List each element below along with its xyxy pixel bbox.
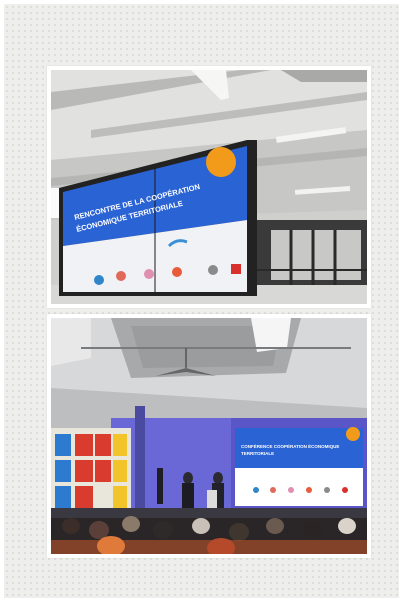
conference-screen-photo: RENCONTRE DE LA COOPÉRATION ÉCONOMIQUE T… <box>51 70 367 304</box>
event-badge <box>206 147 236 177</box>
partner-logo <box>208 265 218 275</box>
partner-logo <box>94 275 104 285</box>
photo-collage-background: RENCONTRE DE LA COOPÉRATION ÉCONOMIQUE T… <box>4 4 399 598</box>
photo-frame-bottom: CONFÉRENCE COOPÉRATION ÉCONOMIQUE TERRIT… <box>47 314 371 558</box>
photo-frame-top: RENCONTRE DE LA COOPÉRATION ÉCONOMIQUE T… <box>47 66 371 308</box>
partner-logo <box>231 264 241 274</box>
partner-logo <box>172 267 182 277</box>
projection-title-line1: CONFÉRENCE COOPÉRATION ÉCONOMIQUE <box>241 442 339 449</box>
speaker-person <box>182 483 194 511</box>
projection-title-line2: TERRITORIALE <box>241 451 274 456</box>
lectern <box>207 490 217 510</box>
partner-logo <box>116 271 126 281</box>
conference-hall-photo: CONFÉRENCE COOPÉRATION ÉCONOMIQUE TERRIT… <box>51 318 367 554</box>
partner-logo <box>144 269 154 279</box>
speaker-stand <box>157 468 163 504</box>
